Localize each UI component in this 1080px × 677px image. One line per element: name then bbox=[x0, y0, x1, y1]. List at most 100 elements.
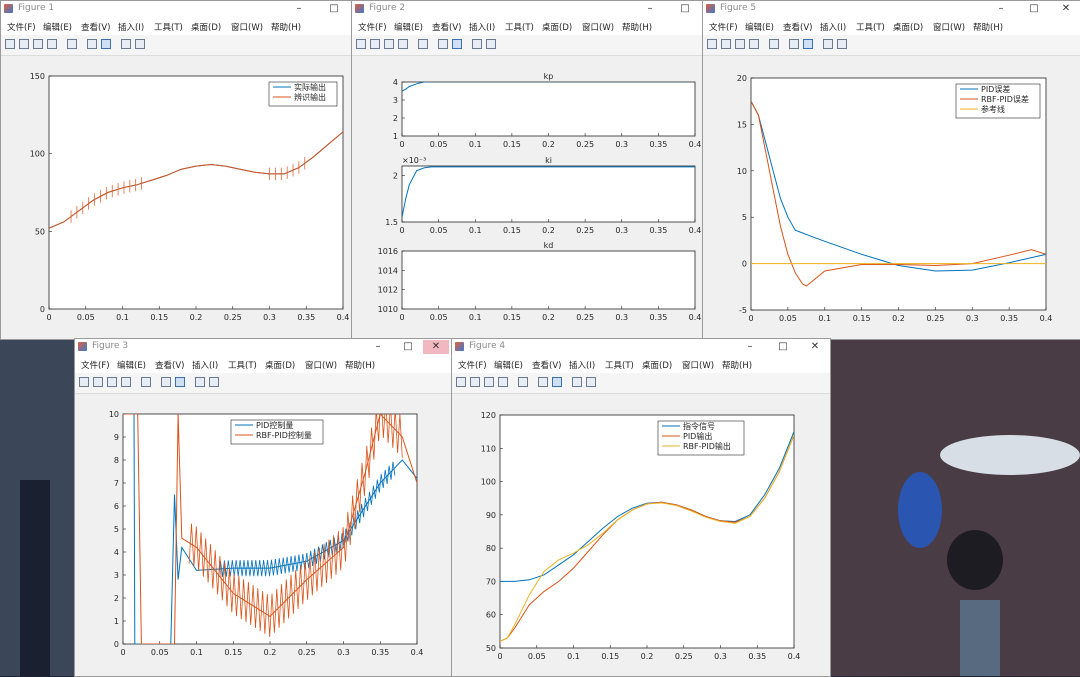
plot-area[interactable]: 0 0.05 0.1 0.15 0.2 0.25 0.3 0.35 0.4 50 60 70 80 90 1… bbox=[452, 394, 830, 676]
new-file-icon[interactable] bbox=[707, 39, 717, 49]
close-button[interactable]: ✕ bbox=[1053, 2, 1079, 16]
menu-insert[interactable]: 插入(I) bbox=[569, 359, 595, 371]
legend[interactable]: PID误差RBF-PID误差参考线 bbox=[955, 83, 1041, 119]
plot-area[interactable]: 0 0.05 0.1 0.15 0.2 0.25 0.3 0.35 0.4 0 1 2 3 4 5 6 7 8 9 1… bbox=[75, 394, 451, 676]
print-icon[interactable] bbox=[498, 377, 508, 387]
pointer-icon[interactable] bbox=[823, 39, 833, 49]
print-preview-icon[interactable] bbox=[418, 39, 428, 49]
save-icon[interactable] bbox=[33, 39, 43, 49]
menu-help[interactable]: 帮助(H) bbox=[973, 21, 1003, 33]
open-folder-icon[interactable] bbox=[93, 377, 103, 387]
save-icon[interactable] bbox=[484, 377, 494, 387]
menu-desktop[interactable]: 桌面(D) bbox=[893, 21, 923, 33]
insert-legend-icon[interactable] bbox=[803, 39, 813, 49]
minimize-button[interactable]: – bbox=[737, 340, 763, 354]
plot-area[interactable]: 0 0.05 0.1 0.15 0.2 0.25 0.3 0.35 0.4 0 50 100 150 实际… bbox=[1, 56, 351, 339]
menu-tools[interactable]: 工具(T) bbox=[605, 359, 634, 371]
legend[interactable]: PID控制量RBF-PID控制量 bbox=[230, 419, 324, 445]
pointer-icon[interactable] bbox=[195, 377, 205, 387]
print-icon[interactable] bbox=[47, 39, 57, 49]
axes-box[interactable] bbox=[48, 75, 344, 310]
menu-edit[interactable]: 编辑(E) bbox=[43, 21, 72, 33]
minimize-button[interactable]: – bbox=[637, 2, 663, 16]
menu-desktop[interactable]: 桌面(D) bbox=[191, 21, 221, 33]
menu-help[interactable]: 帮助(H) bbox=[622, 21, 652, 33]
menu-file[interactable]: 文件(F) bbox=[358, 21, 387, 33]
plot-area[interactable]: 0 0.05 0.1 0.15 0.2 0.25 0.3 0.35 0.4 1 2 3 4 kp 0 0.05… bbox=[352, 56, 702, 339]
menu-edit[interactable]: 编辑(E) bbox=[117, 359, 146, 371]
axes-box[interactable] bbox=[499, 414, 795, 649]
print-icon[interactable] bbox=[749, 39, 759, 49]
pointer-icon[interactable] bbox=[572, 377, 582, 387]
save-icon[interactable] bbox=[384, 39, 394, 49]
pointer-icon[interactable] bbox=[121, 39, 131, 49]
title-bar[interactable]: Figure 4 – □ ✕ bbox=[452, 339, 830, 355]
menu-desktop[interactable]: 桌面(D) bbox=[265, 359, 295, 371]
figure-2-window[interactable]: Figure 2 – □ 文件(F) 编辑(E) 查看(V) 插入(I) 工具(… bbox=[351, 0, 703, 340]
maximize-button[interactable]: □ bbox=[395, 340, 421, 354]
menu-tools[interactable]: 工具(T) bbox=[154, 21, 183, 33]
link-plot-icon[interactable] bbox=[438, 39, 448, 49]
minimize-button[interactable]: – bbox=[988, 2, 1014, 16]
axes-box[interactable] bbox=[401, 81, 696, 137]
link-plot-icon[interactable] bbox=[87, 39, 97, 49]
menu-desktop[interactable]: 桌面(D) bbox=[542, 21, 572, 33]
axes-box[interactable] bbox=[401, 250, 696, 310]
open-folder-icon[interactable] bbox=[470, 377, 480, 387]
menu-tools[interactable]: 工具(T) bbox=[856, 21, 885, 33]
title-bar[interactable]: Figure 5 – □ ✕ bbox=[703, 1, 1080, 17]
print-preview-icon[interactable] bbox=[518, 377, 528, 387]
insert-legend-icon[interactable] bbox=[452, 39, 462, 49]
open-folder-icon[interactable] bbox=[721, 39, 731, 49]
menu-help[interactable]: 帮助(H) bbox=[722, 359, 752, 371]
print-preview-icon[interactable] bbox=[67, 39, 77, 49]
menu-view[interactable]: 查看(V) bbox=[532, 359, 561, 371]
maximize-button[interactable]: □ bbox=[672, 2, 698, 16]
menu-edit[interactable]: 编辑(E) bbox=[394, 21, 423, 33]
pointer-icon[interactable] bbox=[472, 39, 482, 49]
insert-legend-icon[interactable] bbox=[552, 377, 562, 387]
new-file-icon[interactable] bbox=[5, 39, 15, 49]
link-plot-icon[interactable] bbox=[789, 39, 799, 49]
minimize-button[interactable]: – bbox=[286, 2, 312, 16]
legend[interactable]: 指令信号PID输出RBF-PID输出 bbox=[657, 420, 745, 456]
new-file-icon[interactable] bbox=[356, 39, 366, 49]
menu-file[interactable]: 文件(F) bbox=[458, 359, 487, 371]
print-icon[interactable] bbox=[398, 39, 408, 49]
menu-window[interactable]: 窗口(W) bbox=[231, 21, 263, 33]
menu-edit[interactable]: 编辑(E) bbox=[745, 21, 774, 33]
title-bar[interactable]: Figure 2 – □ bbox=[352, 1, 702, 17]
minimize-button[interactable]: – bbox=[365, 340, 391, 354]
title-bar[interactable]: Figure 3 – □ ✕ bbox=[75, 339, 451, 355]
property-inspector-icon[interactable] bbox=[586, 377, 596, 387]
print-preview-icon[interactable] bbox=[141, 377, 151, 387]
property-inspector-icon[interactable] bbox=[837, 39, 847, 49]
menu-insert[interactable]: 插入(I) bbox=[820, 21, 846, 33]
menu-file[interactable]: 文件(F) bbox=[709, 21, 738, 33]
menu-insert[interactable]: 插入(I) bbox=[192, 359, 218, 371]
open-folder-icon[interactable] bbox=[370, 39, 380, 49]
print-preview-icon[interactable] bbox=[769, 39, 779, 49]
legend[interactable]: 实际输出辨识输出 bbox=[268, 81, 338, 107]
save-icon[interactable] bbox=[107, 377, 117, 387]
menu-edit[interactable]: 编辑(E) bbox=[494, 359, 523, 371]
menu-insert[interactable]: 插入(I) bbox=[118, 21, 144, 33]
link-plot-icon[interactable] bbox=[161, 377, 171, 387]
property-inspector-icon[interactable] bbox=[209, 377, 219, 387]
print-icon[interactable] bbox=[121, 377, 131, 387]
new-file-icon[interactable] bbox=[456, 377, 466, 387]
property-inspector-icon[interactable] bbox=[486, 39, 496, 49]
menu-view[interactable]: 查看(V) bbox=[81, 21, 110, 33]
menu-tools[interactable]: 工具(T) bbox=[228, 359, 257, 371]
open-folder-icon[interactable] bbox=[19, 39, 29, 49]
close-button[interactable]: ✕ bbox=[802, 340, 828, 354]
figure-1-window[interactable]: Figure 1 – □ 文件(F) 编辑(E) 查看(V) 插入(I) 工具(… bbox=[0, 0, 352, 340]
menu-desktop[interactable]: 桌面(D) bbox=[642, 359, 672, 371]
menu-view[interactable]: 查看(V) bbox=[432, 21, 461, 33]
menu-file[interactable]: 文件(F) bbox=[81, 359, 110, 371]
menu-tools[interactable]: 工具(T) bbox=[505, 21, 534, 33]
menu-file[interactable]: 文件(F) bbox=[7, 21, 36, 33]
menu-view[interactable]: 查看(V) bbox=[783, 21, 812, 33]
menu-window[interactable]: 窗口(W) bbox=[933, 21, 965, 33]
menu-window[interactable]: 窗口(W) bbox=[305, 359, 337, 371]
